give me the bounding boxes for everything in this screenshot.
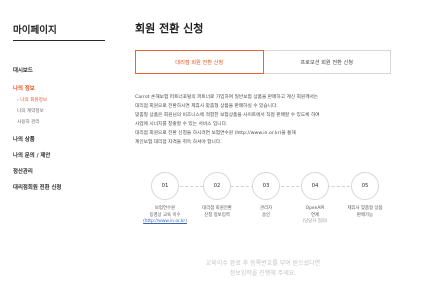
tab-agency-conversion[interactable]: 대리점 회원 전환 신청 bbox=[135, 50, 264, 74]
tab-bar: 대리점 회원 전환 신청 프로모션 회원 전환 신청 bbox=[135, 50, 391, 74]
step-label-line: 판매가능 bbox=[356, 212, 374, 218]
step-4: 04 OpenAPI 연계 (당당자 협의) bbox=[289, 172, 341, 226]
sidebar-item-agency-conversion[interactable]: 대리점회원 전환 신청 bbox=[13, 183, 61, 191]
step-label-line: 승인 bbox=[261, 212, 271, 218]
step-label-line: 신청 정보입력 bbox=[204, 212, 230, 218]
description: Carrot 손해보험 퍼트너포털의 퍼트너로 가입하여 일반보험 상품을 판매… bbox=[135, 94, 391, 147]
description-line: 대리점 회원으로 전환 신청을 하시려면 보험연수원 (http://www.i… bbox=[135, 130, 296, 136]
sidebar-divider bbox=[13, 40, 105, 41]
notice-line: 교육이수 완료 후 등록번호를 부여 받으셨다면 bbox=[205, 260, 321, 267]
sidebar-subitem-user-management[interactable]: 사용자 관리 bbox=[17, 119, 40, 125]
step-label: 제휴사 맞춤형 상품 판매가능 bbox=[339, 206, 391, 219]
page-title: 회원 전환 신청 bbox=[135, 22, 204, 35]
step-label-line: 제휴사 맞춤형 상품 bbox=[347, 206, 383, 211]
sidebar-subitem-member-info[interactable]: › 나의 회원정보 bbox=[17, 97, 47, 103]
step-label-line: 대리점 회원전환 bbox=[202, 206, 232, 211]
notice-message: 교육이수 완료 후 등록번호를 부여 받으셨다면 정보입력을 진행해 주세요. bbox=[135, 259, 391, 279]
sidebar: 마이페이지 대시보드 나의 정보 › 나의 회원정보 나의 계약정보 사용자 관… bbox=[0, 0, 112, 300]
step-2: 02 대리점 회원전환 신청 정보입력 bbox=[191, 172, 243, 219]
step-label: 대리점 회원전환 신청 정보입력 bbox=[191, 206, 243, 219]
description-line: 사업에 시너지를 창출할 수 있는 서비스 입니다. bbox=[135, 121, 228, 127]
description-line: 계인보험 대리점 자격을 취득 하셔야 합니다. bbox=[135, 139, 222, 145]
step-number-circle: 02 bbox=[203, 172, 231, 200]
sidebar-item-my-products[interactable]: 나의 상품 bbox=[13, 135, 35, 143]
step-1: 01 보험연수원 등영상 교육 이수 (http://www.in.or.kr) bbox=[139, 172, 191, 226]
step-5: 05 제휴사 맞춤형 상품 판매가능 bbox=[339, 172, 391, 219]
notice-line: 정보입력을 진행해 주세요. bbox=[229, 270, 297, 277]
step-label-line: OpenAPI bbox=[305, 206, 325, 211]
step-label-line: 보험연수원 bbox=[154, 206, 176, 211]
step-3: 03 관리자 승인 bbox=[240, 172, 292, 219]
sidebar-item-inquiries[interactable]: 나의 문의 / 제안 bbox=[13, 151, 50, 159]
description-line: Carrot 손해보험 퍼트너포털의 퍼트너로 가입하여 일반보험 상품을 판매… bbox=[135, 95, 319, 100]
step-number-circle: 01 bbox=[151, 172, 179, 200]
step-label: 관리자 승인 bbox=[240, 206, 292, 219]
description-line: 맞춤형 상품은 회원님의 비즈니스에 적합한 보험상품을 사이트에서 직접 판매… bbox=[135, 112, 320, 118]
step-link[interactable]: (http://www.in.or.kr) bbox=[139, 219, 191, 226]
sidebar-item-settlement[interactable]: 정산관리 bbox=[13, 167, 33, 175]
sidebar-subitem-contract-info[interactable]: 나의 계약정보 bbox=[17, 108, 44, 114]
step-label: OpenAPI 연계 (당당자 협의) bbox=[289, 206, 341, 226]
step-number-circle: 04 bbox=[301, 172, 329, 200]
step-label: 보험연수원 등영상 교육 이수 (http://www.in.or.kr) bbox=[139, 206, 191, 226]
sidebar-item-dashboard[interactable]: 대시보드 bbox=[13, 66, 33, 74]
sidebar-item-my-info[interactable]: 나의 정보 bbox=[13, 84, 35, 92]
step-number-circle: 05 bbox=[351, 172, 379, 200]
sidebar-title: 마이페이지 bbox=[13, 25, 57, 36]
step-note: (당당자 협의) bbox=[302, 219, 328, 225]
description-line: 대리점 회원으로 전환하시면 제휴사 맞춤형 상품을 판매하실 수 있습니다. bbox=[135, 103, 278, 109]
step-number-circle: 03 bbox=[252, 172, 280, 200]
tab-promotion-conversion[interactable]: 프로모션 회원 전환 신청 bbox=[263, 50, 391, 74]
process-steps: 01 보험연수원 등영상 교육 이수 (http://www.in.or.kr)… bbox=[135, 172, 395, 242]
step-label-line: 관리자 bbox=[259, 206, 273, 211]
